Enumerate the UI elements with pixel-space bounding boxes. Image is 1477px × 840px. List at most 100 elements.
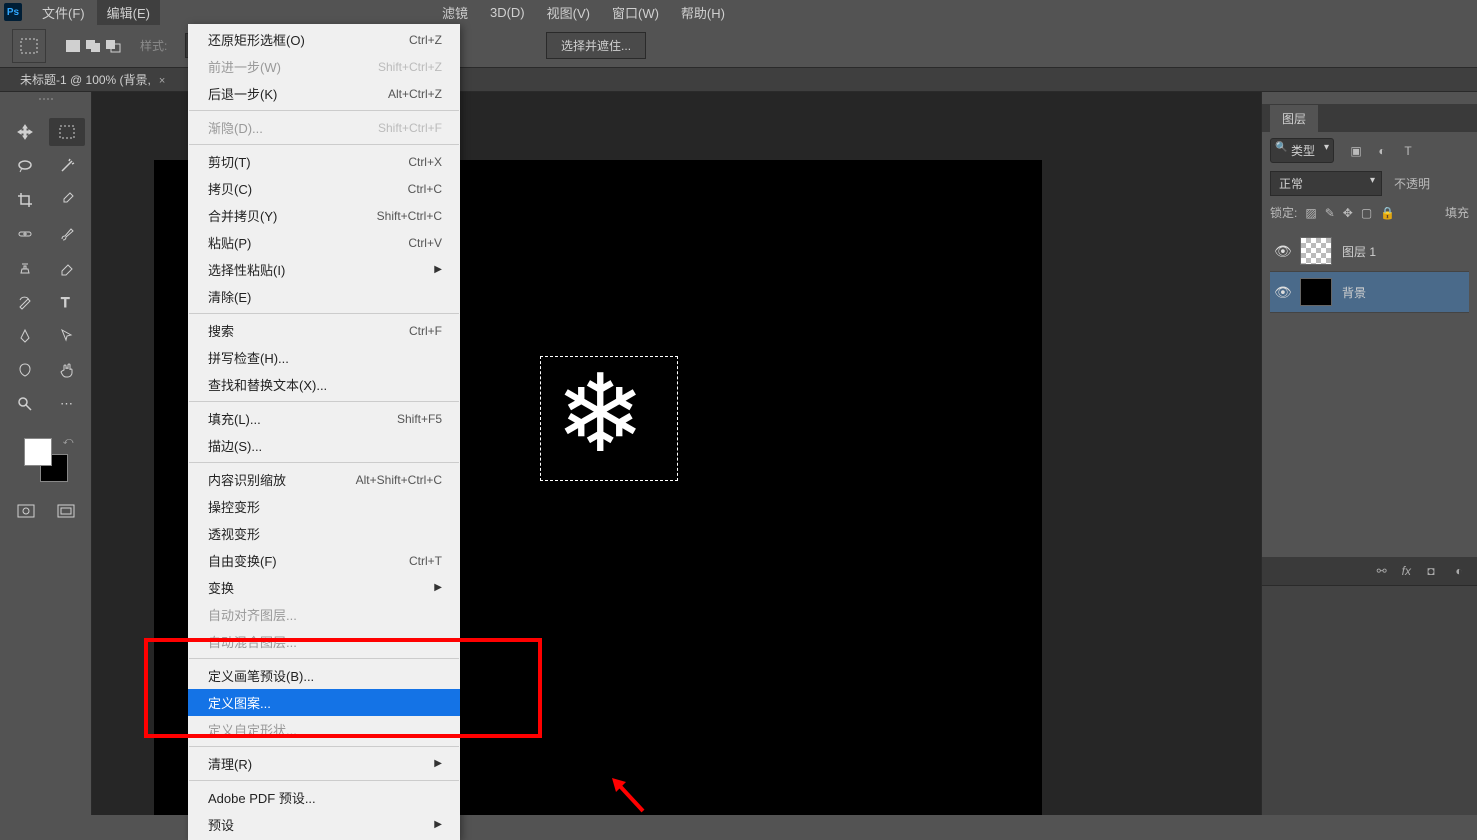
menu-file[interactable]: 文件(F)	[32, 0, 95, 25]
lock-all-icon[interactable]: 🔒	[1380, 206, 1395, 220]
pen-tool[interactable]	[7, 322, 43, 350]
menu-item[interactable]: 粘贴(P)Ctrl+V	[188, 229, 460, 256]
menu-item[interactable]: 定义图案...	[188, 689, 460, 716]
layer-row[interactable]: 👁 背景	[1270, 272, 1469, 313]
menu-item[interactable]: 自由变换(F)Ctrl+T	[188, 547, 460, 574]
menu-3d[interactable]: 3D(D)	[480, 2, 535, 23]
menu-item-label: 拼写检查(H)...	[208, 348, 289, 367]
menu-item-label: 填充(L)...	[208, 409, 261, 428]
lasso-tool[interactable]	[7, 152, 43, 180]
marquee-tool[interactable]	[49, 118, 85, 146]
selection-new-icon[interactable]	[64, 37, 82, 55]
foreground-color[interactable]	[24, 438, 52, 466]
menu-item[interactable]: 定义画笔预设(B)...	[188, 662, 460, 689]
menu-item-label: 透视变形	[208, 524, 260, 543]
menu-item-label: 预设	[208, 815, 234, 834]
crop-tool[interactable]	[7, 186, 43, 214]
filter-type-icon[interactable]: T	[1400, 143, 1416, 159]
healing-brush-tool[interactable]	[7, 220, 43, 248]
link-layers-icon[interactable]: ⚯	[1374, 564, 1390, 578]
menu-item-label: 自由变换(F)	[208, 551, 277, 570]
shape-tool[interactable]	[7, 356, 43, 384]
menu-separator	[189, 401, 459, 402]
menu-filter[interactable]: 滤镜	[432, 0, 478, 25]
menu-item-label: 还原矩形选框(O)	[208, 30, 305, 49]
menu-item[interactable]: 清除(E)	[188, 283, 460, 310]
menu-item[interactable]: 合并拷贝(Y)Shift+Ctrl+C	[188, 202, 460, 229]
layers-panel-footer: ⚯ fx ◘ ◐	[1262, 557, 1477, 585]
menu-item[interactable]: 清理(R)▶	[188, 750, 460, 777]
brush-tool[interactable]	[49, 220, 85, 248]
menu-window[interactable]: 窗口(W)	[602, 0, 669, 25]
menu-item[interactable]: 查找和替换文本(X)...	[188, 371, 460, 398]
select-and-mask-button[interactable]: 选择并遮住...	[546, 32, 646, 59]
layer-thumbnail[interactable]	[1300, 237, 1332, 265]
submenu-arrow-icon: ▶	[434, 582, 442, 593]
menu-item[interactable]: 剪切(T)Ctrl+X	[188, 148, 460, 175]
close-icon[interactable]: ×	[159, 75, 165, 87]
menu-item[interactable]: 操控变形	[188, 493, 460, 520]
swap-colors-icon[interactable]: ⤺	[63, 436, 74, 447]
menu-separator	[189, 780, 459, 781]
menu-item[interactable]: 内容识别缩放Alt+Shift+Ctrl+C	[188, 466, 460, 493]
lock-artboard-icon[interactable]: ▢	[1361, 206, 1372, 220]
selection-subtract-icon[interactable]	[104, 37, 122, 55]
adjustment-layer-icon[interactable]: ◐	[1451, 564, 1467, 578]
more-tools-icon[interactable]: ⋯	[49, 390, 85, 418]
layer-mask-icon[interactable]: ◘	[1423, 564, 1439, 578]
menu-item[interactable]: 还原矩形选框(O)Ctrl+Z	[188, 26, 460, 53]
clone-stamp-tool[interactable]	[7, 254, 43, 282]
color-swatches[interactable]: ⤺	[24, 438, 68, 482]
menu-view[interactable]: 视图(V)	[537, 0, 600, 25]
menu-item-label: 定义画笔预设(B)...	[208, 666, 314, 685]
document-tab[interactable]: 未标题-1 @ 100% (背景,×	[10, 68, 175, 91]
menu-item[interactable]: 拷贝(C)Ctrl+C	[188, 175, 460, 202]
menu-item[interactable]: 描边(S)...	[188, 432, 460, 459]
menu-bar: Ps 文件(F) 编辑(E) 滤镜 3D(D) 视图(V) 窗口(W) 帮助(H…	[0, 0, 1477, 24]
screenmode-icon[interactable]	[55, 502, 77, 520]
menu-item[interactable]: 后退一步(K)Alt+Ctrl+Z	[188, 80, 460, 107]
blend-mode-select[interactable]: 正常	[1270, 171, 1382, 196]
history-brush-tool[interactable]	[7, 288, 43, 316]
menu-item[interactable]: 填充(L)...Shift+F5	[188, 405, 460, 432]
menu-item[interactable]: 预设▶	[188, 811, 460, 838]
menu-item[interactable]: 变换▶	[188, 574, 460, 601]
menu-item[interactable]: 选择性粘贴(I)▶	[188, 256, 460, 283]
snowflake-shape: ❄	[555, 360, 646, 468]
quickmask-icon[interactable]	[15, 502, 37, 520]
menu-item[interactable]: 拼写检查(H)...	[188, 344, 460, 371]
selection-add-icon[interactable]	[84, 37, 102, 55]
visibility-icon[interactable]: 👁	[1274, 284, 1290, 301]
menu-edit[interactable]: 编辑(E)	[97, 0, 160, 25]
lock-transparent-icon[interactable]: ▨	[1305, 206, 1316, 220]
menu-help[interactable]: 帮助(H)	[671, 0, 735, 25]
menu-item: 定义自定形状...	[188, 716, 460, 743]
eraser-tool[interactable]	[49, 254, 85, 282]
filter-adjust-icon[interactable]: ◐	[1374, 143, 1390, 159]
lock-paint-icon[interactable]: ✎	[1325, 206, 1335, 220]
current-tool-icon[interactable]	[12, 29, 46, 63]
zoom-tool[interactable]	[7, 390, 43, 418]
menu-item[interactable]: 透视变形	[188, 520, 460, 547]
layer-row[interactable]: 👁图层 1	[1270, 231, 1469, 272]
fill-label: 填充	[1445, 204, 1469, 221]
menu-item-label: 描边(S)...	[208, 436, 262, 455]
magic-wand-tool[interactable]	[49, 152, 85, 180]
filter-pixel-icon[interactable]: ▣	[1348, 143, 1364, 159]
eyedropper-tool[interactable]	[49, 186, 85, 214]
layer-thumbnail[interactable]	[1300, 278, 1332, 306]
menu-item[interactable]: Adobe PDF 预设...	[188, 784, 460, 811]
layer-fx-icon[interactable]: fx	[1402, 564, 1411, 578]
layers-tab[interactable]: 图层	[1270, 105, 1318, 132]
menu-item[interactable]: 搜索Ctrl+F	[188, 317, 460, 344]
path-selection-tool[interactable]	[49, 322, 85, 350]
type-tool[interactable]: T	[49, 288, 85, 316]
menu-item-label: 内容识别缩放	[208, 470, 286, 489]
layer-name: 背景	[1342, 284, 1366, 301]
menu-item-label: 合并拷贝(Y)	[208, 206, 277, 225]
layer-filter-select[interactable]: 类型	[1270, 138, 1334, 163]
lock-position-icon[interactable]: ✥	[1343, 206, 1353, 220]
move-tool[interactable]	[7, 118, 43, 146]
hand-tool[interactable]	[49, 356, 85, 384]
visibility-icon[interactable]: 👁	[1274, 243, 1290, 260]
